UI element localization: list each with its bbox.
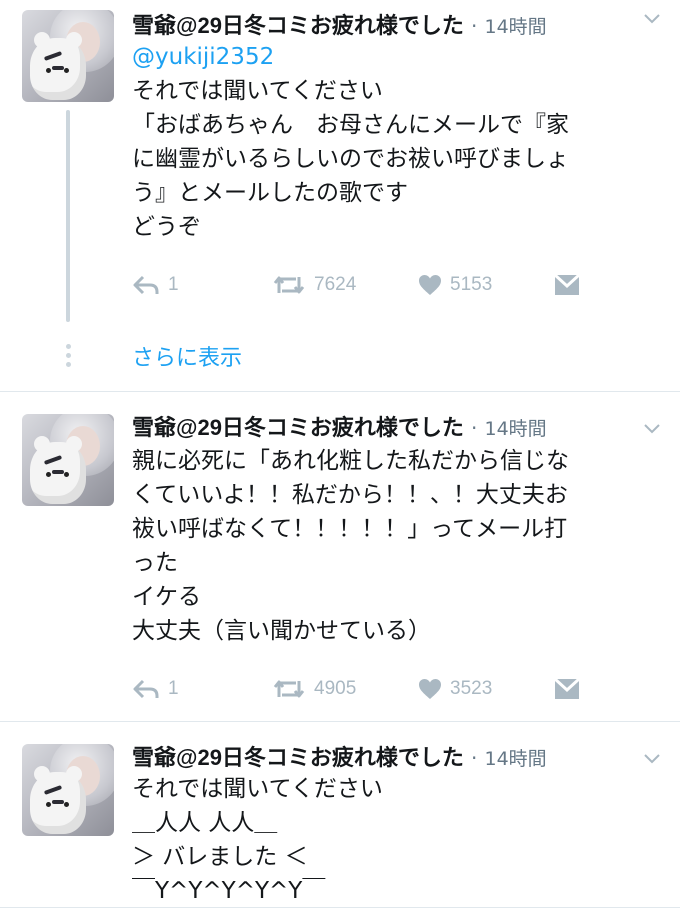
timeline: 雪爺@29日冬コミお疲れ様でした · 14時間 @yukiji2352 それでは… [0,0,680,912]
dm-button[interactable] [554,674,588,704]
like-button[interactable]: 3523 [418,674,492,704]
tweet-header: 雪爺@29日冬コミお疲れ様でした · 14時間 [132,410,662,446]
reply-icon [133,275,159,295]
text-line: った [132,550,178,576]
tweet-actions: 1 4905 3523 [132,674,632,704]
chevron-down-icon[interactable] [642,8,662,28]
tweet-text: @yukiji2352 それでは聞いてください 「おばあちゃん お母さんにメール… [132,40,667,244]
tweet-actions: 1 7624 5153 [132,270,632,300]
text-line: ￣Y^Y^Y^Y^Y￣ [132,878,326,904]
retweet-count: 7624 [314,274,357,295]
text-line: それでは聞いてください [132,78,383,104]
text-line: に幽霊がいるらしいのでお祓い呼びましょ [132,146,569,172]
separator-dot: · [471,14,478,38]
retweet-icon [273,276,305,294]
tweet[interactable]: 雪爺@29日冬コミお疲れ様でした · 14時間 それでは聞いてください ＿人人 … [0,722,680,912]
tweet-header: 雪爺@29日冬コミお疲れ様でした · 14時間 [132,740,662,776]
tweet[interactable]: 雪爺@29日冬コミお疲れ様でした · 14時間 親に必死に「あれ化粧した私だから… [0,392,680,722]
divider [0,907,680,908]
message-icon [554,274,580,295]
text-line: 親に必死に「あれ化粧した私だから信じな [132,448,569,474]
text-line: 祓い呼ばなくて！！！！！」ってメール打 [132,516,568,542]
chevron-down-icon[interactable] [642,748,662,768]
tweet-text: それでは聞いてください ＿人人 人人＿ ＞ バレました ＜ ￣Y^Y^Y^Y^Y… [132,772,667,908]
like-button[interactable]: 5153 [418,270,492,300]
text-line: ＿人人 人人＿ [132,810,278,836]
retweet-count: 4905 [314,678,357,699]
retweet-button[interactable]: 7624 [272,270,356,300]
tweet-text: 親に必死に「あれ化粧した私だから信じな くていいよ！！私だから！！、！大丈夫お … [132,444,667,648]
avatar[interactable] [22,744,114,836]
text-line: それでは聞いてください [132,776,383,802]
display-name[interactable]: 雪爺@29日冬コミお疲れ様でした [132,415,464,440]
display-name[interactable]: 雪爺@29日冬コミお疲れ様でした [132,13,464,38]
timestamp[interactable]: 14時間 [484,16,546,38]
text-line: くていいよ！！私だから！！、！大丈夫お [132,482,568,508]
avatar[interactable] [22,10,114,102]
reply-count: 1 [168,274,179,295]
more-dots-icon [66,344,72,371]
heart-icon [419,275,441,295]
reply-button[interactable]: 1 [132,674,179,704]
display-name[interactable]: 雪爺@29日冬コミお疲れ様でした [132,745,464,770]
dm-button[interactable] [554,270,588,300]
text-line: どうぞ [132,214,201,240]
retweet-button[interactable]: 4905 [272,674,356,704]
tweet[interactable]: 雪爺@29日冬コミお疲れ様でした · 14時間 @yukiji2352 それでは… [0,0,680,392]
text-line: ＞ バレました ＜ [132,844,308,870]
like-count: 3523 [450,678,493,699]
show-more-link[interactable]: さらに表示 [132,340,242,372]
mention-link[interactable]: @yukiji2352 [132,40,667,74]
text-line: う』とメールしたの歌です [132,180,408,206]
like-count: 5153 [450,274,493,295]
timestamp[interactable]: 14時間 [484,748,546,770]
thread-line [66,110,70,322]
retweet-icon [273,680,305,698]
reply-button[interactable]: 1 [132,270,179,300]
timestamp[interactable]: 14時間 [484,418,546,440]
reply-count: 1 [168,678,179,699]
tweet-header: 雪爺@29日冬コミお疲れ様でした · 14時間 [132,8,662,44]
chevron-down-icon[interactable] [642,418,662,438]
separator-dot: · [471,416,478,440]
avatar[interactable] [22,414,114,506]
text-line: 「おばあちゃん お母さんにメールで『家 [132,112,569,138]
separator-dot: · [471,746,478,770]
reply-icon [133,679,159,699]
text-line: イケる [132,584,201,610]
message-icon [554,678,580,699]
text-line: 大丈夫（言い聞かせている） [132,618,431,644]
heart-icon [419,679,441,699]
